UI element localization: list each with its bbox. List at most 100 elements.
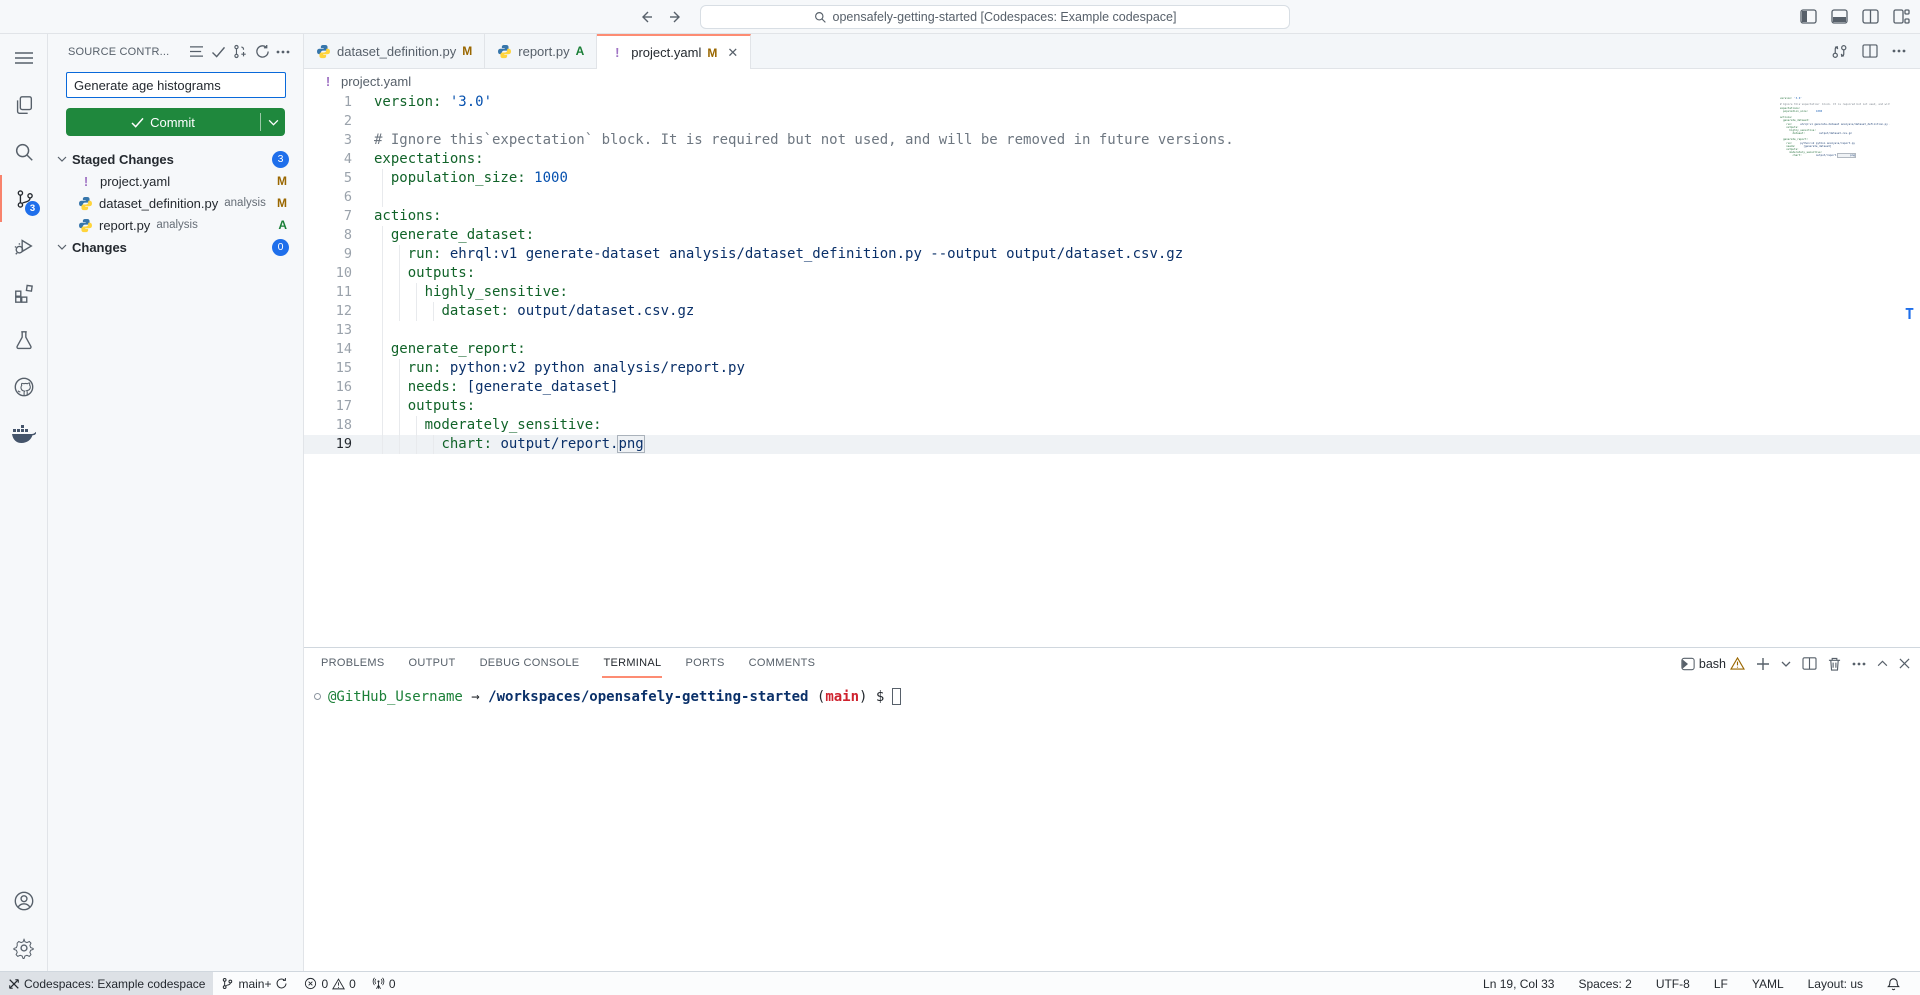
commit-button[interactable]: Commit bbox=[66, 108, 285, 136]
editor-tab-report.py[interactable]: report.pyA bbox=[485, 34, 597, 68]
scm-file-row[interactable]: !project.yamlM bbox=[48, 170, 303, 192]
status-language-mode[interactable]: YAML bbox=[1744, 972, 1792, 995]
code-line-7[interactable]: 7actions: bbox=[304, 207, 1920, 226]
chevron-down-icon bbox=[54, 156, 70, 162]
scm-file-row[interactable]: dataset_definition.pyanalysisM bbox=[48, 192, 303, 214]
close-panel-icon[interactable] bbox=[1899, 658, 1910, 669]
docker-whale-icon bbox=[12, 424, 36, 444]
create-branch-icon[interactable] bbox=[229, 41, 251, 63]
commit-check-icon[interactable] bbox=[207, 41, 229, 63]
status-keyboard-layout[interactable]: Layout: us bbox=[1800, 972, 1871, 995]
code-line-4[interactable]: 4expectations: bbox=[304, 150, 1920, 169]
code-editor[interactable]: 1version: '3.0'23# Ignore this`expectati… bbox=[304, 93, 1920, 647]
prompt-branch: main bbox=[825, 689, 859, 705]
settings-button[interactable] bbox=[0, 924, 47, 971]
line-number: 2 bbox=[304, 112, 352, 131]
indent-guide bbox=[382, 169, 383, 188]
code-line-5[interactable]: 5population_size: 1000 bbox=[304, 169, 1920, 188]
terminal-shell-item[interactable]: bash bbox=[1681, 657, 1745, 671]
command-center-search[interactable]: opensafely-getting-started [Codespaces: … bbox=[700, 5, 1290, 29]
sidebar-item-run-and-debug[interactable] bbox=[0, 222, 47, 269]
nav-forward-icon[interactable] bbox=[668, 9, 684, 25]
indent-guide bbox=[382, 397, 383, 416]
split-terminal-icon[interactable] bbox=[1802, 657, 1817, 670]
status-remote-indicator[interactable]: Codespaces: Example codespace bbox=[0, 972, 213, 995]
panel-tab-debug-console[interactable]: DEBUG CONSOLE bbox=[479, 649, 581, 678]
status-end-of-line[interactable]: LF bbox=[1706, 972, 1736, 995]
maximize-panel-icon[interactable] bbox=[1877, 660, 1888, 667]
sidebar-item-github[interactable] bbox=[0, 363, 47, 410]
split-editor-icon[interactable] bbox=[1862, 44, 1878, 58]
refresh-icon[interactable] bbox=[251, 41, 273, 63]
scm-file-row[interactable]: report.pyanalysisA bbox=[48, 214, 303, 236]
file-git-status: A bbox=[278, 218, 287, 232]
customize-layout-icon[interactable] bbox=[1893, 9, 1910, 24]
sidebar-item-extensions[interactable] bbox=[0, 269, 47, 316]
indent-guide bbox=[382, 340, 383, 359]
kill-terminal-icon[interactable] bbox=[1828, 657, 1841, 671]
panel-tab-problems[interactable]: PROBLEMS bbox=[320, 649, 386, 678]
new-terminal-icon[interactable] bbox=[1756, 657, 1770, 671]
code-token: actions: bbox=[374, 208, 441, 224]
toggle-panel-icon[interactable] bbox=[1831, 9, 1848, 24]
command-decoration-icon[interactable] bbox=[314, 693, 321, 700]
open-changes-icon[interactable] bbox=[1831, 43, 1848, 60]
code-line-2[interactable]: 2 bbox=[304, 112, 1920, 131]
panel-more-actions-icon[interactable] bbox=[1852, 662, 1866, 666]
editor-tab-dataset_definition.py[interactable]: dataset_definition.pyM bbox=[304, 34, 485, 68]
minimap[interactable]: version: '3.0'# Ignore this`expectation`… bbox=[1780, 97, 1890, 257]
more-actions-icon[interactable] bbox=[1892, 49, 1906, 53]
toggle-sidebar-icon[interactable] bbox=[1800, 9, 1817, 24]
sidebar-item-testing[interactable] bbox=[0, 316, 47, 363]
sidebar-item-search[interactable] bbox=[0, 128, 47, 175]
panel-tab-ports[interactable]: PORTS bbox=[684, 649, 725, 678]
menu-button[interactable] bbox=[0, 34, 47, 81]
accounts-button[interactable] bbox=[0, 877, 47, 924]
terminal-dropdown-icon[interactable] bbox=[1781, 661, 1791, 667]
editor-tab-project.yaml[interactable]: !project.yamlM✕ bbox=[597, 34, 751, 69]
code-line-19[interactable]: 19chart: output/report.png bbox=[304, 435, 1920, 454]
code-line-3[interactable]: 3# Ignore this`expectation` block. It is… bbox=[304, 131, 1920, 150]
commit-dropdown-button[interactable] bbox=[261, 119, 285, 126]
nav-back-icon[interactable] bbox=[638, 9, 654, 25]
terminal[interactable]: @GitHub_Username → /workspaces/opensafel… bbox=[304, 679, 1920, 971]
code-line-9[interactable]: 9run: ehrql:v1 generate-dataset analysis… bbox=[304, 245, 1920, 264]
more-actions-icon[interactable] bbox=[273, 41, 293, 63]
status-problems-status[interactable]: 00 bbox=[296, 972, 363, 995]
code-line-8[interactable]: 8generate_dataset: bbox=[304, 226, 1920, 245]
indent-guide bbox=[433, 302, 434, 321]
tab-close-icon[interactable]: ✕ bbox=[727, 45, 738, 61]
scm-section-Staged Changes[interactable]: Staged Changes3 bbox=[48, 148, 303, 170]
status-ports-status[interactable]: 0 bbox=[364, 972, 404, 995]
status-cursor-position[interactable]: Ln 19, Col 33 bbox=[1475, 972, 1562, 995]
status-indentation[interactable]: Spaces: 2 bbox=[1570, 972, 1639, 995]
sidebar-item-docker[interactable] bbox=[0, 410, 47, 457]
code-line-17[interactable]: 17outputs: bbox=[304, 397, 1920, 416]
view-as-list-icon[interactable] bbox=[185, 41, 207, 63]
code-line-12[interactable]: 12dataset: output/dataset.csv.gz bbox=[304, 302, 1920, 321]
status-bar: Codespaces: Example codespacemain+000 Ln… bbox=[0, 971, 1920, 995]
commit-message-input[interactable] bbox=[66, 72, 286, 98]
hamburger-menu-icon bbox=[14, 51, 34, 65]
panel-tab-output[interactable]: OUTPUT bbox=[408, 649, 457, 678]
breadcrumb[interactable]: ! project.yaml bbox=[304, 69, 1920, 93]
code-line-1[interactable]: 1version: '3.0' bbox=[304, 93, 1920, 112]
split-editor-layout-icon[interactable] bbox=[1862, 9, 1879, 24]
panel-tab-terminal[interactable]: TERMINAL bbox=[602, 649, 662, 678]
status-encoding[interactable]: UTF-8 bbox=[1648, 972, 1698, 995]
code-line-11[interactable]: 11highly_sensitive: bbox=[304, 283, 1920, 302]
status-notifications[interactable] bbox=[1879, 972, 1908, 995]
code-line-14[interactable]: 14generate_report: bbox=[304, 340, 1920, 359]
code-line-6[interactable]: 6 bbox=[304, 188, 1920, 207]
code-line-10[interactable]: 10outputs: bbox=[304, 264, 1920, 283]
code-line-18[interactable]: 18moderately_sensitive: bbox=[304, 416, 1920, 435]
code-line-13[interactable]: 13 bbox=[304, 321, 1920, 340]
sidebar-item-explorer[interactable] bbox=[0, 81, 47, 128]
code-line-15[interactable]: 15run: python:v2 python analysis/report.… bbox=[304, 359, 1920, 378]
status-branch-status[interactable]: main+ bbox=[213, 972, 296, 995]
code-line-16[interactable]: 16needs: [generate_dataset] bbox=[304, 378, 1920, 397]
panel-tab-comments[interactable]: COMMENTS bbox=[748, 649, 817, 678]
sidebar-item-source-control[interactable]: 3 bbox=[0, 175, 47, 222]
indent-guide bbox=[399, 416, 400, 435]
scm-section-Changes[interactable]: Changes0 bbox=[48, 236, 303, 258]
